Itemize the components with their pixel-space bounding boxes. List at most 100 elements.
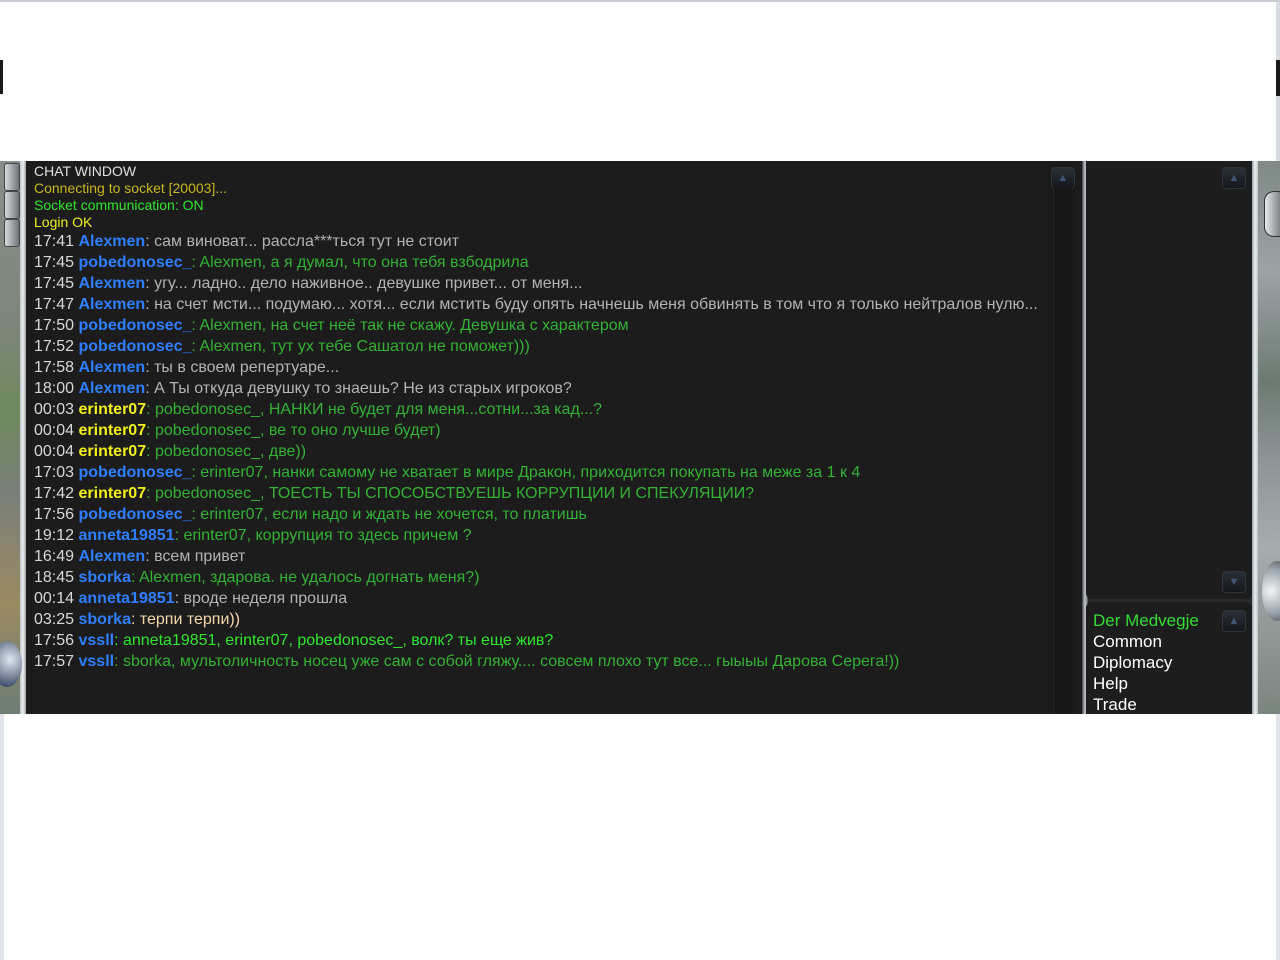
chat-message: 18:00 Alexmen: А Ты откуда девушку то зн…	[34, 378, 1044, 399]
top-blank-area	[0, 0, 1280, 161]
right-frame-hub	[1264, 191, 1280, 237]
chat-window[interactable]: CHAT WINDOW Connecting to socket [20003].…	[26, 161, 1082, 714]
message-text: pobedonosec_, две))	[154, 443, 307, 460]
message-nick[interactable]: erinter07	[79, 485, 147, 502]
message-text: erinter07, нанки самому не хватает в мир…	[200, 464, 861, 481]
message-colon: :	[191, 506, 201, 523]
message-time: 17:41	[34, 233, 75, 250]
chat-message: 17:03 pobedonosec_: erinter07, нанки сам…	[34, 462, 1044, 483]
chat-scroll-track[interactable]	[1053, 187, 1072, 714]
right-sidebar: ▲ ▼ Der Medvegje Common Diplomacy Help Trade…	[1086, 161, 1252, 714]
message-nick[interactable]: sborka	[79, 569, 131, 586]
message-time: 00:04	[34, 422, 75, 439]
system-message: Connecting to socket [20003]...	[34, 180, 228, 196]
message-nick[interactable]: Alexmen	[79, 548, 146, 565]
chat-message: 17:57 vssll: sborka, мультоличность носе…	[34, 651, 1044, 672]
chat-message: 00:04 erinter07: pobedonosec_, две))	[34, 441, 1044, 462]
chat-message: 00:03 erinter07: pobedonosec_, НАНКИ не …	[34, 399, 1044, 420]
bottom-left-edge	[0, 714, 4, 960]
channel-item[interactable]: Trade	[1093, 694, 1199, 715]
right-decorative-frame	[1252, 161, 1280, 714]
message-colon: :	[114, 632, 123, 649]
chat-message: 17:52 pobedonosec_: Alexmen, тут ух тебе…	[34, 336, 1044, 357]
message-nick[interactable]: Alexmen	[79, 359, 146, 376]
right-frame-disc	[1262, 561, 1280, 621]
chevron-down-icon[interactable]: ▼	[1222, 571, 1246, 593]
message-text: Alexmen, тут ух тебе Сашатол не поможет)…	[199, 338, 530, 355]
chevron-up-icon[interactable]: ▲	[1222, 610, 1246, 632]
message-nick[interactable]: sborka	[79, 611, 131, 628]
message-nick[interactable]: erinter07	[79, 443, 147, 460]
message-nick[interactable]: Alexmen	[79, 275, 146, 292]
message-time: 17:42	[34, 485, 75, 502]
message-nick[interactable]: pobedonosec_	[79, 254, 192, 271]
message-colon: :	[145, 548, 155, 565]
message-text: сам виноват... рассла***ться тут не стои…	[154, 233, 460, 250]
message-text: вроде неделя прошла	[183, 590, 348, 607]
chat-message: 17:56 vssll: anneta19851, erinter07, pob…	[34, 630, 1044, 651]
message-colon: :	[146, 401, 155, 418]
message-nick[interactable]: anneta19851	[79, 527, 175, 544]
message-colon: :	[145, 275, 155, 292]
left-frame-knob	[4, 163, 20, 191]
message-nick[interactable]: pobedonosec_	[79, 338, 192, 355]
bottom-blank-area	[0, 714, 1280, 960]
message-nick[interactable]: erinter07	[79, 422, 147, 439]
message-time: 17:47	[34, 296, 75, 313]
channel-item[interactable]: Common	[1093, 631, 1199, 652]
left-frame-knob	[4, 219, 20, 247]
message-time: 17:45	[34, 275, 75, 292]
chat-message: 18:45 sborka: Alexmen, здарова. не удало…	[34, 567, 1044, 588]
message-time: 17:58	[34, 359, 75, 376]
chat-message: 16:49 Alexmen: всем привет	[34, 546, 1044, 567]
chat-messages: 17:41 Alexmen: сам виноват... рассла***т…	[34, 231, 1044, 672]
message-nick[interactable]: erinter07	[79, 401, 147, 418]
top-border-line	[0, 0, 1280, 2]
chevron-up-icon[interactable]: ▲	[1051, 167, 1075, 189]
chat-message: 17:47 Alexmen: на счет мсти... подумаю..…	[34, 294, 1044, 315]
message-nick[interactable]: Alexmen	[79, 296, 146, 313]
left-frame-orb	[0, 641, 22, 687]
message-text: erinter07, коррупция то здесь причем ?	[183, 527, 472, 544]
message-nick[interactable]: anneta19851	[79, 590, 175, 607]
message-text: pobedonosec_, НАНКИ не будет для меня...…	[154, 401, 603, 418]
message-colon: :	[145, 380, 155, 397]
game-chat-strip: CHAT WINDOW Connecting to socket [20003].…	[0, 161, 1280, 714]
message-colon: :	[146, 422, 155, 439]
message-text: erinter07, если надо и ждать не хочется,…	[200, 506, 587, 523]
message-time: 17:52	[34, 338, 75, 355]
message-time: 00:14	[34, 590, 75, 607]
message-colon: :	[114, 653, 123, 670]
message-colon: :	[145, 233, 155, 250]
message-colon: :	[146, 443, 155, 460]
system-message: Socket communication: ON	[34, 197, 204, 213]
message-nick[interactable]: vssll	[79, 632, 115, 649]
message-nick[interactable]: vssll	[79, 653, 115, 670]
message-nick[interactable]: Alexmen	[79, 233, 146, 250]
chat-message: 00:04 erinter07: pobedonosec_, ве то оно…	[34, 420, 1044, 441]
message-time: 18:45	[34, 569, 75, 586]
message-text: pobedonosec_, ТОЕСТЬ ТЫ СПОСОБСТВУЕШЬ КО…	[154, 485, 755, 502]
left-edge-mark	[0, 60, 3, 94]
message-text: на счет мсти... подумаю... хотя... если …	[154, 296, 1038, 313]
channel-item[interactable]: Der Medvegje	[1093, 610, 1199, 631]
chat-message: 17:45 Alexmen: угу... ладно.. дело нажив…	[34, 273, 1044, 294]
message-colon: :	[146, 485, 155, 502]
message-time: 17:56	[34, 506, 75, 523]
chat-scrollbar[interactable]: ▲	[1048, 161, 1076, 714]
chat-message: 17:42 erinter07: pobedonosec_, ТОЕСТЬ ТЫ…	[34, 483, 1044, 504]
user-list-box[interactable]: ▲ ▼	[1086, 161, 1252, 599]
chevron-up-icon[interactable]: ▲	[1222, 167, 1246, 189]
message-nick[interactable]: pobedonosec_	[79, 464, 192, 481]
message-time: 16:49	[34, 548, 75, 565]
channel-list-box: Der Medvegje Common Diplomacy Help Trade ▲	[1086, 602, 1252, 714]
message-colon: :	[145, 359, 155, 376]
channel-item[interactable]: Diplomacy	[1093, 652, 1199, 673]
message-colon: :	[145, 296, 155, 313]
message-nick[interactable]: Alexmen	[79, 380, 146, 397]
message-time: 03:25	[34, 611, 75, 628]
message-nick[interactable]: pobedonosec_	[79, 317, 192, 334]
message-text: ты в своем репертуаре...	[154, 359, 340, 376]
message-nick[interactable]: pobedonosec_	[79, 506, 192, 523]
channel-item[interactable]: Help	[1093, 673, 1199, 694]
